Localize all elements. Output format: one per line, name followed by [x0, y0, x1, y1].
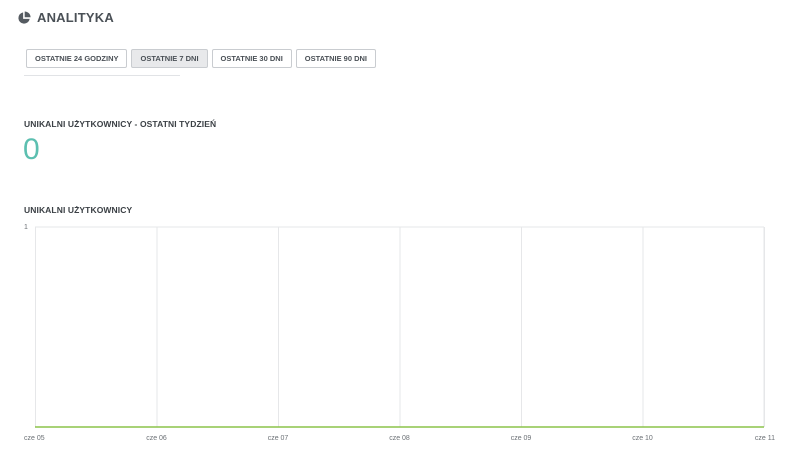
x-tick-label: cze 09: [511, 435, 532, 442]
x-tick-label: cze 05: [24, 435, 45, 442]
x-tick-label: cze 08: [389, 435, 410, 442]
y-tick-label: 1: [24, 224, 28, 231]
x-tick-label: cze 06: [146, 435, 167, 442]
x-tick-label: cze 11: [755, 435, 775, 442]
x-tick-label: cze 10: [632, 435, 653, 442]
unique-users-chart: 1 cze 05 cze 06 cze 07 cze 08 cze 09 cze 10 cze…: [24, 224, 775, 442]
x-tick-label: cze 07: [268, 435, 289, 442]
